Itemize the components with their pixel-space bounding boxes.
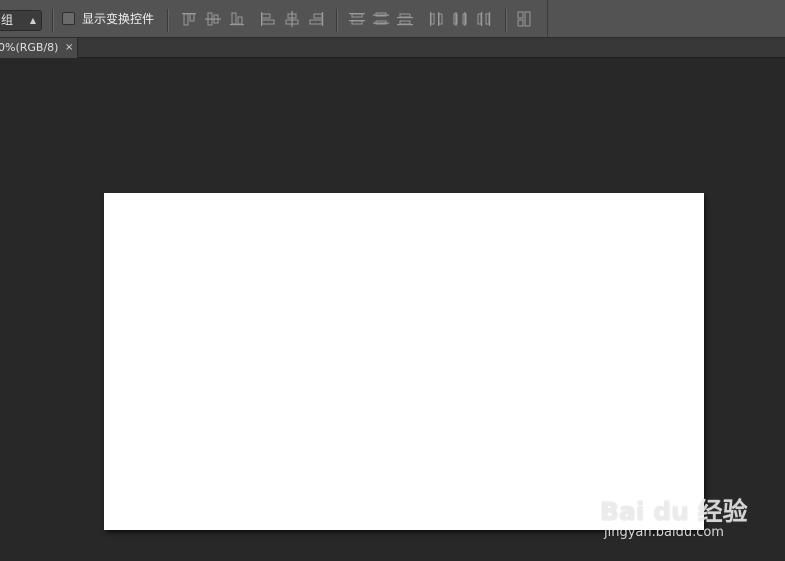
show-transform-controls-checkbox[interactable] — [62, 12, 75, 25]
toolbar-separator — [52, 9, 54, 32]
distribute-vertical-centers-icon[interactable] — [372, 11, 390, 27]
auto-align-layers-icon[interactable] — [516, 11, 534, 27]
auto-select-dropdown[interactable]: 组 ▲ — [0, 10, 42, 31]
align-top-edges-icon[interactable] — [180, 11, 198, 27]
align-left-edges-icon[interactable] — [259, 11, 277, 27]
watermark-url: jingyan.baidu.com — [604, 525, 724, 540]
distribute-horizontal-centers-icon[interactable] — [452, 11, 470, 27]
options-bar: 组 ▲ 显示变换控件 — [0, 0, 785, 38]
distribute-left-edges-icon[interactable] — [428, 11, 446, 27]
toolbar-separator — [167, 9, 169, 32]
document-tab-title: 0%(RGB/8) — [0, 41, 59, 54]
document-tab[interactable]: 0%(RGB/8) × — [0, 38, 78, 58]
dropdown-arrow-icon: ▲ — [29, 16, 36, 25]
watermark: Bai du 经验 jingyan.baidu.com — [600, 478, 785, 548]
align-horizontal-centers-icon[interactable] — [283, 11, 301, 27]
toolbar-separator — [336, 9, 338, 32]
distribute-top-edges-icon[interactable] — [348, 11, 366, 27]
document-tab-strip: 0%(RGB/8) × — [0, 38, 785, 58]
show-transform-controls-label: 显示变换控件 — [82, 12, 155, 26]
options-bar-divider — [547, 0, 548, 38]
watermark-brand: Bai du 经验 — [600, 497, 748, 526]
toolbar-separator — [505, 9, 507, 32]
align-bottom-edges-icon[interactable] — [228, 11, 246, 27]
distribute-right-edges-icon[interactable] — [476, 11, 494, 27]
close-tab-icon[interactable]: × — [65, 38, 73, 57]
distribute-bottom-edges-icon[interactable] — [396, 11, 414, 27]
auto-select-value: 组 — [1, 13, 14, 27]
align-vertical-centers-icon[interactable] — [204, 11, 222, 27]
align-right-edges-icon[interactable] — [307, 11, 325, 27]
